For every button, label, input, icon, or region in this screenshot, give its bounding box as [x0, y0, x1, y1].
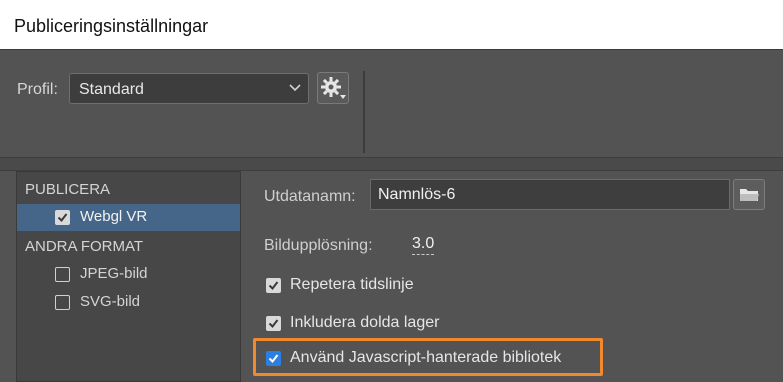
section-other-heading: ANDRA FORMAT: [25, 238, 144, 255]
format-item-label: Webgl VR: [80, 208, 148, 225]
format-list-panel: PUBLICERA Webgl VR ANDRA FORMAT JPEG-bil…: [16, 171, 241, 382]
title-bar: Publiceringsinställningar: [0, 0, 783, 50]
output-name-value: Namnlös-6: [378, 186, 456, 203]
profile-area: Profil: Standard: [0, 51, 783, 157]
profile-settings-button[interactable]: [317, 72, 349, 104]
profile-label: Profil:: [17, 81, 58, 98]
repeat-timeline-checkbox[interactable]: [266, 278, 281, 293]
include-hidden-layers-label: Inkludera dolda lager: [290, 314, 440, 331]
format-item-label: JPEG-bild: [80, 265, 148, 282]
checkmark-icon: [268, 319, 279, 329]
checkmark-icon: [268, 354, 279, 364]
browse-folder-button[interactable]: [733, 179, 765, 210]
repeat-timeline-label: Repetera tidslinje: [290, 276, 414, 293]
use-js-libraries-checkbox[interactable]: [266, 351, 281, 366]
format-item-webgl-vr[interactable]: Webgl VR: [17, 204, 240, 231]
chevron-down-icon: [289, 84, 301, 92]
format-item-svg[interactable]: SVG-bild: [17, 289, 240, 316]
jpeg-checkbox[interactable]: [55, 267, 70, 282]
vertical-divider: [363, 71, 365, 153]
window-title: Publiceringsinställningar: [14, 16, 209, 36]
format-item-jpeg[interactable]: JPEG-bild: [17, 261, 240, 288]
format-item-label: SVG-bild: [80, 293, 141, 310]
resolution-value[interactable]: 3.0: [412, 235, 435, 255]
output-name-label: Utdatanamn:: [264, 188, 356, 205]
settings-panel: Utdatanamn: Namnlös-6 Bildupplösning: 3.…: [241, 171, 783, 382]
resolution-label: Bildupplösning:: [264, 237, 373, 254]
section-publish-heading: PUBLICERA: [25, 181, 111, 198]
output-name-input[interactable]: Namnlös-6: [370, 179, 730, 210]
webgl-vr-checkbox[interactable]: [55, 210, 70, 225]
profile-selected-value: Standard: [79, 81, 144, 98]
include-hidden-layers-checkbox[interactable]: [266, 316, 281, 331]
section-divider: [0, 157, 783, 171]
svg-checkbox[interactable]: [55, 295, 70, 310]
checkmark-icon: [57, 213, 68, 223]
folder-icon: [740, 189, 759, 201]
gear-icon: [321, 77, 346, 99]
checkmark-icon: [268, 281, 279, 291]
profile-dropdown[interactable]: Standard: [69, 73, 309, 104]
use-js-libraries-label: Använd Javascript-hanterade bibliotek: [290, 349, 562, 366]
